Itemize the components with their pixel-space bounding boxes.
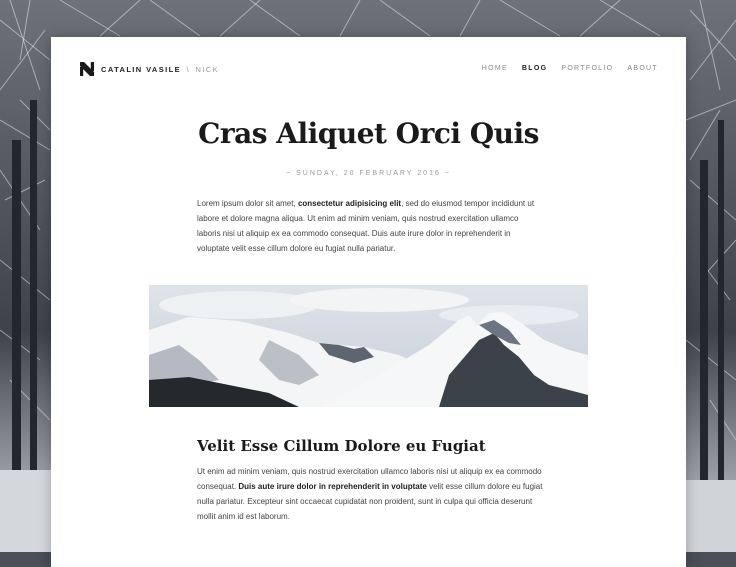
intro-bold-text: consectetur adipisicing elit [297, 199, 402, 208]
logo-icon[interactable] [80, 62, 94, 76]
brand-separator: \ [186, 65, 190, 74]
intro-text-start: Lorem ipsum dolor sit amet, [197, 199, 298, 208]
post-title: Cras Aliquet Orci Quis [198, 117, 539, 150]
post-subheading: Velit Esse Cillum Dolore eu Fugiat [197, 437, 486, 455]
body-bold-text: Duis aute irure dolor in reprehenderit i… [238, 482, 427, 491]
blog-page-card: CATALIN VASILE \ NICK HOME BLOG PORTFOLI… [51, 37, 686, 567]
post-body-paragraph: Ut enim ad minim veniam, quis nostrud ex… [197, 464, 544, 524]
brand-name: CATALIN VASILE [101, 65, 182, 74]
main-nav: HOME BLOG PORTFOLIO ABOUT [482, 65, 658, 72]
nav-item-home[interactable]: HOME [482, 65, 508, 72]
site-brand[interactable]: CATALIN VASILE \ NICK [101, 65, 219, 74]
nav-item-blog[interactable]: BLOG [522, 65, 547, 72]
brand-nick: NICK [195, 65, 219, 74]
mountain-hero-image [149, 285, 588, 407]
nav-item-portfolio[interactable]: PORTFOLIO [561, 65, 613, 72]
site-header: CATALIN VASILE \ NICK HOME BLOG PORTFOLI… [51, 37, 686, 101]
post-date: ~ SUNDAY, 20 FEBRUARY 2016 ~ [286, 170, 451, 177]
nav-item-about[interactable]: ABOUT [627, 65, 658, 72]
post-intro-paragraph: Lorem ipsum dolor sit amet, consectetur … [197, 196, 544, 256]
